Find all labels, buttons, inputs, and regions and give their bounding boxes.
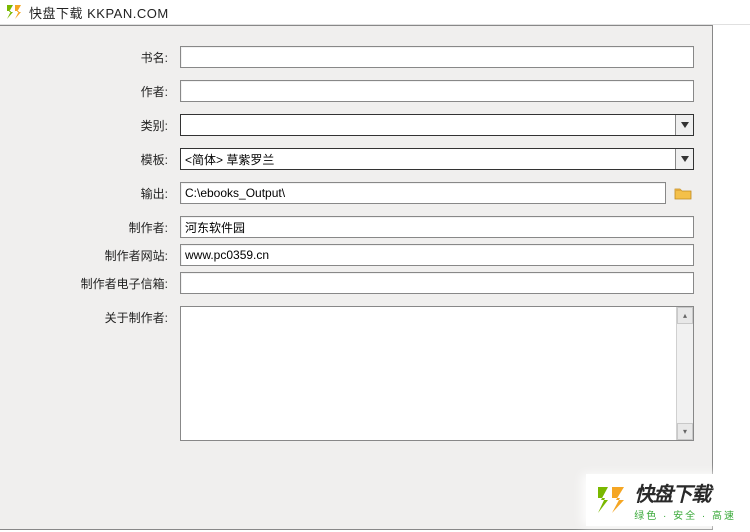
input-email[interactable] [180,272,694,294]
textarea-about-wrap: ▴ ▾ [180,306,694,441]
scroll-up-icon[interactable]: ▴ [677,307,693,324]
label-output: 输出: [0,182,180,202]
label-author: 作者: [0,80,180,100]
row-about: 关于制作者: ▴ ▾ [0,306,712,441]
input-website[interactable] [180,244,694,266]
watermark-sub: 绿色 · 安全 · 高速 [634,507,736,522]
select-category[interactable] [180,114,694,136]
scroll-down-icon[interactable]: ▾ [677,423,693,440]
select-template-value: <简体> 草紫罗兰 [181,151,675,168]
row-template: 模板: <简体> 草紫罗兰 [0,148,712,170]
logo-icon [5,3,23,21]
label-template: 模板: [0,148,180,168]
watermark-logo-icon [594,483,628,517]
row-website: 制作者网站: [0,244,712,266]
label-email: 制作者电子信箱: [0,272,180,292]
scroll-track[interactable] [677,324,693,423]
watermark-text: 快盘下载 绿色 · 安全 · 高速 [634,478,736,522]
app-title: 快盘下载 KKPAN.COM [29,3,169,22]
watermark-main: 快盘下载 [634,478,736,507]
input-author[interactable] [180,80,694,102]
textarea-about[interactable] [181,307,676,440]
select-template[interactable]: <简体> 草紫罗兰 [180,148,694,170]
label-category: 类别: [0,114,180,134]
folder-icon [674,186,692,200]
browse-folder-button[interactable] [672,183,694,203]
input-creator[interactable] [180,216,694,238]
label-about: 关于制作者: [0,306,180,326]
watermark: 快盘下载 绿色 · 安全 · 高速 [586,474,744,526]
row-category: 类别: [0,114,712,136]
form: 书名: 作者: 类别: 模板: [0,26,712,441]
input-book-name[interactable] [180,46,694,68]
row-output: 输出: [0,182,712,204]
textarea-scrollbar[interactable]: ▴ ▾ [676,307,693,440]
dropdown-button-icon[interactable] [675,149,693,169]
label-creator: 制作者: [0,216,180,236]
row-email: 制作者电子信箱: [0,272,712,294]
dropdown-button-icon[interactable] [675,115,693,135]
label-website: 制作者网站: [0,244,180,264]
row-book-name: 书名: [0,46,712,68]
row-creator: 制作者: [0,216,712,238]
form-panel: 书名: 作者: 类别: 模板: [0,25,713,530]
row-author: 作者: [0,80,712,102]
app-header: 快盘下载 KKPAN.COM [0,0,750,25]
input-output[interactable] [180,182,666,204]
label-book-name: 书名: [0,46,180,66]
